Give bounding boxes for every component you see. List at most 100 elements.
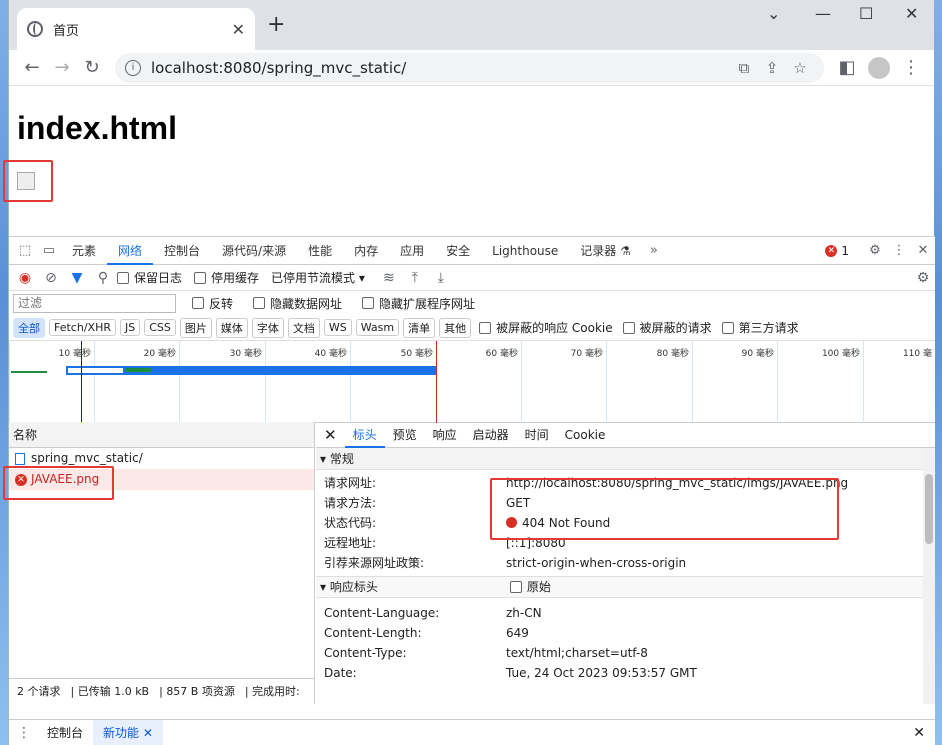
side-panel-icon[interactable]: ◧ [832, 57, 862, 78]
chip-img[interactable]: 图片 [179, 317, 212, 338]
tab-application[interactable]: 应用 [389, 237, 435, 265]
tab-headers[interactable]: 标头 [344, 422, 385, 448]
invert-checkbox[interactable]: 反转 [192, 295, 233, 312]
chip-manifest[interactable]: 清单 [403, 317, 436, 338]
bookmark-star-icon[interactable]: ☆ [786, 59, 814, 77]
tab-memory[interactable]: 内存 [343, 237, 389, 265]
address-bar[interactable]: i localhost:8080/spring_mvc_static/ ⧉ ⇪ … [115, 52, 824, 83]
tab-recorder[interactable]: 记录器 ⚗ [569, 237, 642, 265]
blocked-cookies-checkbox[interactable]: 被屏蔽的响应 Cookie [479, 319, 613, 336]
timeline-bar-green [125, 368, 151, 372]
minimize-button[interactable]: — [815, 4, 831, 23]
chip-ws[interactable]: WS [323, 319, 352, 336]
highlight-box [3, 466, 114, 500]
menu-icon[interactable]: ⋮ [896, 57, 926, 78]
tab-cookie[interactable]: Cookie [557, 422, 614, 448]
chip-font[interactable]: 字体 [251, 317, 284, 338]
drawer-tab-console[interactable]: 控制台 [37, 720, 93, 745]
globe-icon [27, 21, 43, 37]
name-column-header[interactable]: 名称 [9, 422, 314, 448]
hide-data-urls-checkbox[interactable]: 隐藏数据网址 [253, 295, 342, 312]
network-settings-icon[interactable]: ⚙ [911, 270, 935, 286]
drawer-tab-whats-new[interactable]: 新功能 ✕ [93, 719, 163, 745]
request-details: ✕ 标头 预览 响应 启动器 时间 Cookie ▾ 常规 请求网址: http:… [316, 422, 935, 704]
record-icon[interactable]: ◉ [13, 270, 37, 286]
forward-icon[interactable]: → [47, 57, 77, 78]
chip-all[interactable]: 全部 [13, 317, 45, 338]
raw-checkbox[interactable]: 原始 [509, 576, 551, 598]
disable-cache-label: 停用缓存 [211, 271, 260, 285]
drawer-menu-icon[interactable]: ⋮ [17, 725, 31, 741]
third-party-checkbox[interactable]: 第三方请求 [721, 319, 799, 336]
reload-icon[interactable]: ↻ [77, 57, 107, 78]
chip-fetch[interactable]: Fetch/XHR [49, 319, 116, 336]
import-icon[interactable]: ⤒ [403, 270, 427, 286]
network-split: 名称 spring_mvc_static/ ✕ JAVAEE.png 2 个请求 |… [9, 422, 935, 704]
inspect-icon[interactable]: ⬚ [13, 243, 37, 258]
timeline-tick: 90 毫秒 [692, 341, 777, 423]
network-timeline[interactable]: 10 毫秒 20 毫秒 30 毫秒 40 毫秒 50 毫秒 60 毫秒 70 毫… [9, 341, 935, 423]
chip-wasm[interactable]: Wasm [355, 319, 400, 336]
tab-elements[interactable]: 元素 [61, 237, 107, 265]
tab-console[interactable]: 控制台 [153, 237, 211, 265]
share-icon[interactable]: ⇪ [758, 59, 786, 77]
response-headers-header[interactable]: ▾ 响应标头 原始 [316, 576, 935, 598]
new-tab-button[interactable]: + [267, 12, 285, 37]
back-icon[interactable]: ← [17, 57, 47, 78]
general-section-header[interactable]: ▾ 常规 [316, 448, 935, 470]
gear-icon[interactable]: ⚙ [863, 243, 887, 258]
throttle-label: 已停用节流模式 [271, 271, 356, 285]
export-icon[interactable]: ⤓ [429, 270, 453, 286]
avatar[interactable] [868, 56, 890, 79]
tab-lighthouse[interactable]: Lighthouse [481, 237, 569, 265]
close-devtools-icon[interactable]: ✕ [911, 243, 935, 258]
close-details-icon[interactable]: ✕ [316, 422, 345, 448]
timeline-tick: 60 毫秒 [436, 341, 521, 423]
kv-content-length: Content-Length: 649 [324, 626, 529, 640]
more-tabs-icon[interactable]: » [642, 243, 666, 258]
error-count[interactable]: 1 [841, 244, 849, 258]
tab-security[interactable]: 安全 [435, 237, 481, 265]
translate-icon[interactable]: ⧉ [730, 59, 758, 77]
tab-title: 首页 [53, 23, 80, 39]
tab-close-icon[interactable]: ✕ [232, 20, 245, 39]
chip-other[interactable]: 其他 [439, 317, 472, 338]
chip-js[interactable]: JS [119, 319, 141, 336]
info-icon[interactable]: i [125, 59, 141, 76]
kebab-menu-icon[interactable]: ⋮ [887, 243, 911, 258]
chip-media[interactable]: 媒体 [215, 317, 248, 338]
clear-icon[interactable]: ⊘ [39, 270, 63, 286]
chevron-down-icon[interactable]: ⌄ [767, 4, 780, 23]
search-icon[interactable]: ⚲ [91, 270, 115, 286]
maximize-button[interactable]: ☐ [859, 4, 873, 23]
disable-cache-checkbox[interactable]: 停用缓存 [194, 269, 259, 286]
tab-performance[interactable]: 性能 [297, 237, 343, 265]
url-text[interactable]: localhost:8080/spring_mvc_static/ [151, 59, 730, 77]
tab-timing[interactable]: 时间 [517, 422, 557, 448]
device-toolbar-icon[interactable]: ▭ [37, 243, 61, 258]
error-icon[interactable]: ✕ [825, 244, 838, 257]
scrollbar-thumb[interactable] [925, 474, 933, 544]
chip-doc[interactable]: 文档 [287, 317, 320, 338]
hide-ext-urls-label: 隐藏扩展程序网址 [379, 296, 476, 311]
close-window-button[interactable]: ✕ [905, 4, 918, 23]
tab-preview[interactable]: 预览 [385, 422, 425, 448]
close-drawer-icon[interactable]: ✕ [913, 725, 925, 741]
tab-response[interactable]: 响应 [425, 422, 465, 448]
tab-initiator[interactable]: 启动器 [465, 422, 517, 448]
highlight-box [490, 478, 839, 540]
details-scrollbar[interactable] [923, 448, 935, 704]
hide-ext-urls-checkbox[interactable]: 隐藏扩展程序网址 [362, 295, 475, 312]
chip-css[interactable]: CSS [144, 319, 176, 336]
tab-network[interactable]: 网络 [107, 237, 154, 265]
blocked-cookies-label: 被屏蔽的响应 Cookie [496, 321, 613, 335]
tab-sources[interactable]: 源代码/来源 [211, 237, 297, 265]
filter-input[interactable] [13, 293, 176, 313]
wifi-icon[interactable]: ≋ [377, 270, 401, 286]
filter-icon[interactable]: ▼ [65, 270, 89, 286]
browser-tab[interactable]: 首页 ✕ [17, 8, 255, 50]
preserve-log-checkbox[interactable]: 保留日志 [117, 269, 182, 286]
transferred: 已传输 1.0 kB [77, 685, 150, 698]
throttle-select[interactable]: 已停用节流模式 ▾ [271, 269, 365, 286]
blocked-requests-checkbox[interactable]: 被屏蔽的请求 [622, 319, 712, 336]
